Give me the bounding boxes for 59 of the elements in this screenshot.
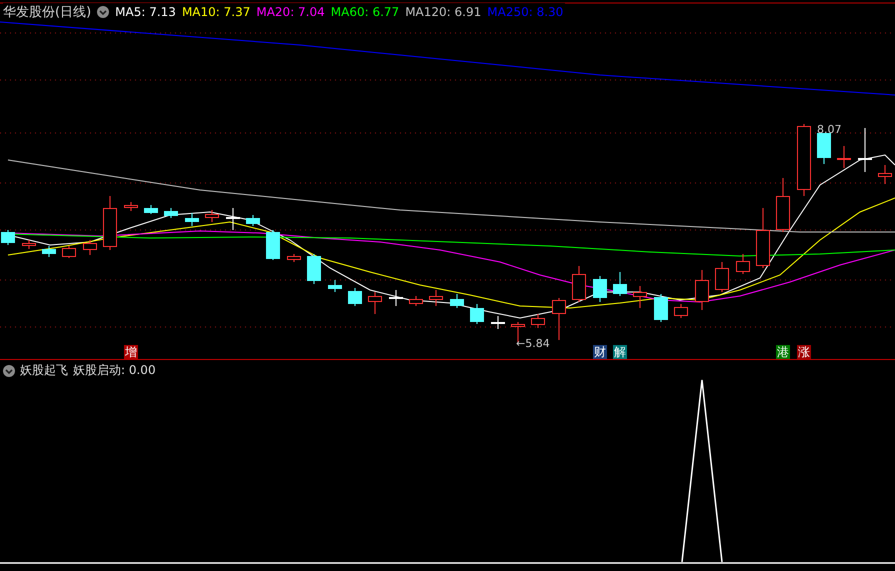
- indicator-value: MA10: 7.37: [182, 5, 250, 19]
- candlestick: [837, 146, 851, 168]
- candlestick: [756, 208, 770, 268]
- candlestick: [817, 132, 831, 164]
- event-tag[interactable]: 涨: [797, 345, 811, 359]
- candlestick: [124, 202, 138, 212]
- chart-title: 华发股份(日线): [3, 4, 92, 21]
- dropdown-icon[interactable]: [97, 6, 110, 18]
- candlestick: [633, 286, 647, 308]
- candlestick: [328, 280, 342, 292]
- candlestick: [674, 304, 688, 318]
- candlestick: [246, 214, 260, 226]
- indicator-value: MA20: 7.04: [256, 5, 325, 19]
- candlestick: [593, 276, 607, 302]
- candlestick: [878, 164, 892, 184]
- candlestick: [103, 196, 117, 250]
- dropdown-icon[interactable]: [3, 364, 15, 376]
- indicator-value: MA120: 6.91: [405, 5, 482, 19]
- candlestick: [368, 292, 382, 314]
- candlestick: [613, 272, 627, 296]
- event-tag[interactable]: 解: [613, 345, 627, 359]
- candlestick: [22, 240, 36, 250]
- indicator-value: MA60: 6.77: [330, 5, 400, 19]
- candlestick: [450, 294, 464, 308]
- candlestick: [572, 266, 586, 302]
- event-tag[interactable]: 增: [124, 345, 138, 359]
- candlestick: [470, 304, 484, 324]
- indicator-title: 妖股起飞: [20, 362, 68, 379]
- candlestick: [695, 270, 709, 310]
- candlestick: [205, 210, 219, 222]
- candlestick: [429, 290, 443, 306]
- candlestick: [307, 254, 321, 284]
- candlestick: [42, 246, 56, 258]
- indicator-value: MA250: 8.30: [487, 5, 564, 19]
- candlestick: [858, 128, 872, 172]
- candlestick: [654, 294, 668, 322]
- candlestick: [715, 262, 729, 292]
- candlestick: [62, 246, 76, 258]
- candlestick: [226, 208, 240, 230]
- candlestick: [409, 296, 423, 306]
- candlestick: [185, 212, 199, 226]
- candlestick: [531, 314, 545, 328]
- candlestick: [144, 204, 158, 214]
- candlestick: [776, 178, 790, 232]
- candlestick: [164, 208, 178, 218]
- candlestick: [389, 290, 403, 306]
- candlestick: [266, 230, 280, 260]
- event-tag[interactable]: 财: [593, 345, 607, 359]
- low-price-label: ←5.84: [516, 337, 550, 350]
- high-price-label: 8.07: [817, 123, 842, 136]
- event-tag[interactable]: 港: [776, 345, 790, 359]
- indicator-value: MA5: 7.13: [115, 5, 176, 19]
- indicator-value: 妖股启动: 0.00: [73, 362, 156, 379]
- candlestick: [552, 298, 566, 340]
- candlestick: [1, 230, 15, 246]
- candlestick: [83, 240, 97, 256]
- candlestick: [491, 316, 505, 330]
- candlestick: [736, 254, 750, 274]
- candlestick: [348, 288, 362, 306]
